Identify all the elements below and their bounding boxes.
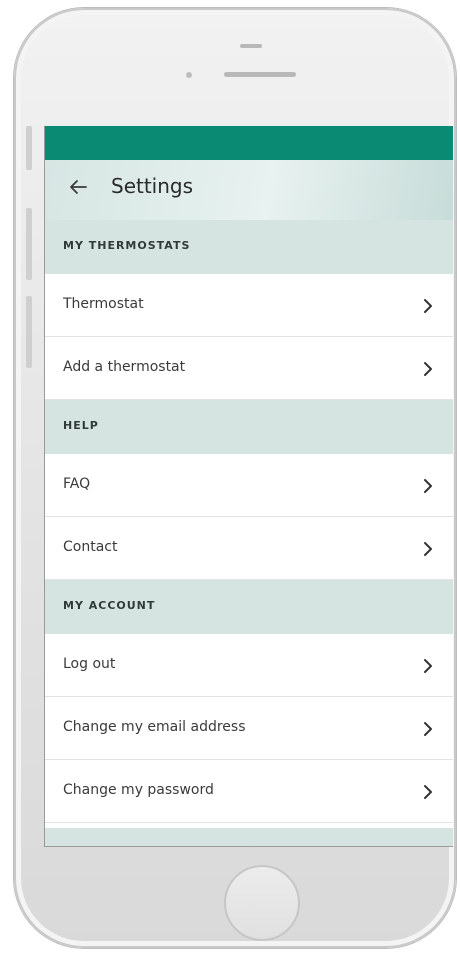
settings-row-faq[interactable]: FAQ bbox=[45, 454, 453, 517]
row-label: Change my email address bbox=[63, 719, 246, 735]
row-label: Add a thermostat bbox=[63, 359, 186, 375]
app-bar: Settings bbox=[45, 160, 453, 220]
section-header-my-thermostats: MY THERMOSTATS bbox=[45, 220, 453, 274]
home-button[interactable] bbox=[224, 865, 300, 941]
section-header-partial bbox=[45, 828, 453, 846]
section-title: HELP bbox=[63, 419, 99, 432]
phone-speaker bbox=[224, 72, 296, 77]
chevron-right-icon bbox=[424, 659, 432, 673]
row-label: Thermostat bbox=[63, 296, 144, 312]
row-label: FAQ bbox=[63, 476, 91, 492]
phone-screen: Settings MY THERMOSTATS Thermostat Add a… bbox=[44, 126, 453, 847]
section-title: MY ACCOUNT bbox=[63, 599, 156, 612]
row-label: Log out bbox=[63, 656, 116, 672]
settings-row-log-out[interactable]: Log out bbox=[45, 634, 453, 697]
status-bar bbox=[45, 126, 453, 160]
row-label: Change my password bbox=[63, 782, 214, 798]
front-camera bbox=[186, 72, 192, 78]
section-title: MY THERMOSTATS bbox=[63, 239, 191, 252]
section-header-my-account: MY ACCOUNT bbox=[45, 580, 453, 634]
arrow-left-icon[interactable] bbox=[67, 176, 89, 198]
chevron-right-icon bbox=[424, 722, 432, 736]
row-label: Contact bbox=[63, 539, 118, 555]
page-title: Settings bbox=[111, 174, 194, 198]
chevron-right-icon bbox=[424, 785, 432, 799]
settings-row-add-thermostat[interactable]: Add a thermostat bbox=[45, 337, 453, 400]
settings-row-change-password[interactable]: Change my password bbox=[45, 760, 453, 823]
chevron-right-icon bbox=[424, 362, 432, 376]
settings-row-contact[interactable]: Contact bbox=[45, 517, 453, 580]
chevron-right-icon bbox=[424, 299, 432, 313]
mute-switch bbox=[26, 126, 32, 170]
settings-row-thermostat[interactable]: Thermostat bbox=[45, 274, 453, 337]
volume-down-button bbox=[26, 296, 32, 368]
volume-up-button bbox=[26, 208, 32, 280]
chevron-right-icon bbox=[424, 542, 432, 556]
chevron-right-icon bbox=[424, 479, 432, 493]
phone-top-slot bbox=[240, 44, 262, 48]
settings-row-change-email[interactable]: Change my email address bbox=[45, 697, 453, 760]
section-header-help: HELP bbox=[45, 400, 453, 454]
